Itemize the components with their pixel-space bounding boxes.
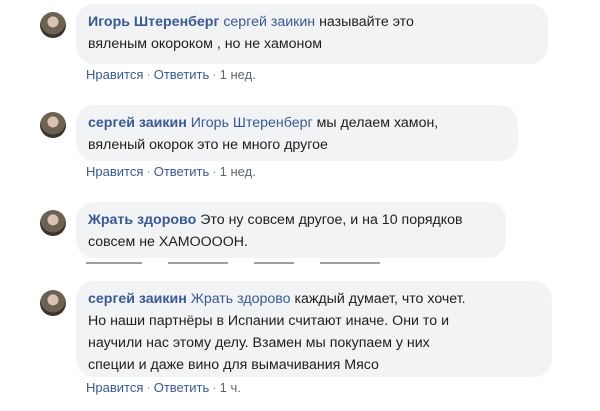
like-link[interactable]: Нравится: [86, 164, 143, 179]
like-link[interactable]: Нравится: [86, 67, 143, 82]
separator: ·: [146, 67, 151, 82]
separator: ·: [146, 380, 151, 395]
comment-text: называйте это: [319, 14, 414, 30]
like-link[interactable]: Нравится: [86, 380, 143, 395]
avatar[interactable]: [40, 12, 66, 38]
comment-actions: Нравится · Ответить · 1 нед.: [86, 67, 256, 82]
avatar[interactable]: [40, 112, 66, 138]
separator: ·: [146, 164, 151, 179]
comment-text: научили нас этому делу. Взамен мы покупа…: [88, 335, 430, 351]
comment-author[interactable]: Жрать здорово: [88, 212, 196, 228]
comment-author[interactable]: сергей заикин: [88, 115, 187, 131]
comment-bubble: Жрать здорово Это ну совсем другое, и на…: [76, 202, 506, 258]
comment-bubble: сергей заикин Игорь Штеренберг мы делаем…: [76, 105, 518, 161]
avatar[interactable]: [40, 210, 66, 236]
separator: ·: [212, 67, 217, 82]
reply-link[interactable]: Ответить: [154, 164, 210, 179]
comment-text: Это ну совсем другое, и на 10 порядков: [200, 212, 463, 228]
comment-actions: Нравится · Ответить · 1 ч.: [86, 380, 241, 395]
comment-mention[interactable]: Игорь Штеренберг: [191, 115, 313, 131]
reply-link[interactable]: Ответить: [154, 380, 210, 395]
timestamp[interactable]: 1 нед.: [220, 164, 256, 179]
comment-actions-cropped: [86, 262, 416, 268]
comment-text: вяленый окорок это не много другое: [88, 137, 328, 153]
comment-mention[interactable]: Жрать здорово: [191, 291, 291, 307]
comment-text: мы делаем хамон,: [316, 115, 439, 131]
comment-text: совсем не ХАМООООН.: [88, 234, 248, 250]
comment-text: специи и даже вино для вымачивания Мясо: [88, 357, 379, 373]
comment-mention[interactable]: сергей заикин: [223, 14, 315, 30]
comment-text: Но наши партнёры в Испании считают иначе…: [88, 313, 450, 329]
comment-author[interactable]: сергей заикин: [88, 291, 187, 307]
separator: ·: [212, 164, 217, 179]
separator: ·: [212, 380, 217, 395]
comment-actions: Нравится · Ответить · 1 нед.: [86, 164, 256, 179]
reply-link[interactable]: Ответить: [154, 67, 210, 82]
comment-text: вяленым окороком , но не хамоном: [88, 36, 323, 52]
comment-author[interactable]: Игорь Штеренберг: [88, 14, 219, 30]
comment-bubble: Игорь Штеренберг сергей заикин называйте…: [76, 4, 548, 64]
comment-bubble: сергей заикин Жрать здорово каждый думае…: [76, 281, 552, 377]
timestamp[interactable]: 1 ч.: [220, 380, 241, 395]
avatar[interactable]: [40, 290, 66, 316]
comment-text: каждый думает, что хочет.: [294, 291, 466, 307]
timestamp[interactable]: 1 нед.: [220, 67, 256, 82]
